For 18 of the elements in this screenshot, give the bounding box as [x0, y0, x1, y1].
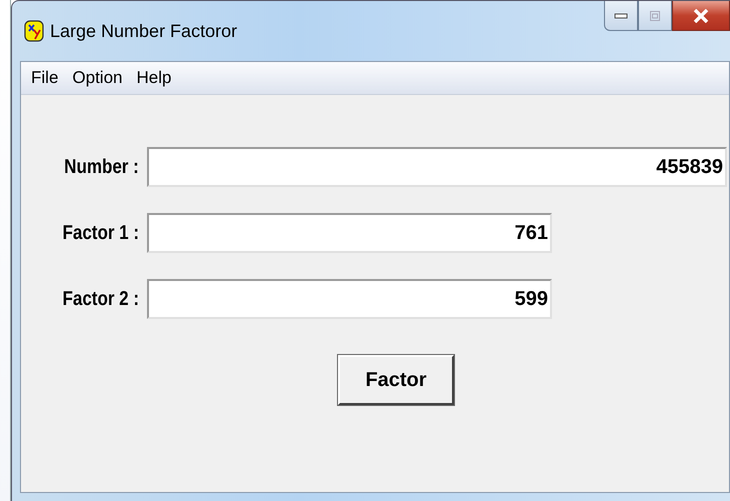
input-field[interactable]: 455839 — [147, 147, 728, 187]
maximize-button[interactable] — [638, 1, 672, 31]
minimize-icon — [614, 12, 628, 20]
field-label: Factor 2 : — [62, 288, 140, 310]
input-field[interactable]: 599 — [147, 279, 552, 319]
close-icon — [693, 8, 709, 22]
minimize-button[interactable] — [604, 1, 638, 31]
menu-item[interactable]: Option — [72, 68, 122, 88]
input-field[interactable]: 761 — [147, 213, 552, 253]
menu-item[interactable]: Help — [136, 68, 172, 88]
close-button[interactable] — [672, 1, 730, 31]
field-label: Number : — [64, 156, 140, 178]
window-title: Large Number Factoror — [50, 20, 238, 42]
maximize-icon — [649, 10, 661, 22]
factor-button[interactable]: Factor — [338, 355, 454, 405]
menu-item[interactable]: File — [31, 68, 58, 88]
field-label: Factor 1 : — [62, 222, 140, 244]
app-icon — [24, 20, 44, 42]
